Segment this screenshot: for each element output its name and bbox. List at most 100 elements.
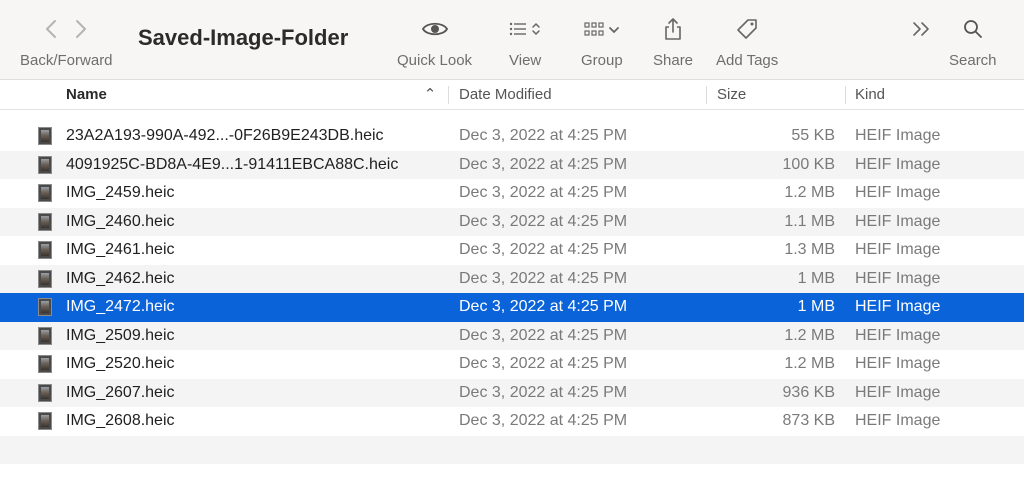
file-size: 1.2 MB — [784, 184, 835, 201]
file-size: 100 KB — [782, 155, 835, 173]
share-label: Share — [653, 52, 694, 69]
file-date-modified: Dec 3, 2022 at 4:25 PM — [459, 127, 628, 144]
file-kind: HEIF Image — [855, 269, 941, 287]
file-date-modified: Dec 3, 2022 at 4:25 PM — [459, 241, 628, 258]
file-size: 1 MB — [797, 298, 835, 315]
file-date-modified: Dec 3, 2022 at 4:25 PM — [459, 412, 628, 429]
view-button[interactable]: View — [509, 14, 541, 70]
file-name: IMG_2472.heic — [66, 298, 175, 315]
file-row[interactable]: IMG_2607.heic Dec 3, 2022 at 4:25 PM 936 K… — [0, 378, 1024, 407]
file-size: 1 MB — [797, 269, 835, 287]
file-name: IMG_2509.heic — [66, 326, 175, 344]
toolbar: Back/Forward Saved-Image-Folder Quick Lo… — [0, 0, 1024, 80]
view-label: View — [509, 52, 542, 69]
back-forward-control: Back/Forward — [20, 14, 113, 70]
grid-icon — [584, 21, 604, 41]
file-kind: HEIF Image — [855, 383, 941, 401]
column-header-name[interactable]: Name — [66, 80, 107, 109]
file-row[interactable]: 23A2A193-990A-492...-0F26B9E243DB.heic De… — [0, 122, 1024, 151]
column-header-date-modified[interactable]: Date Modified — [459, 80, 552, 109]
more-toolbar-items-button[interactable] — [911, 14, 933, 48]
heic-file-icon — [38, 355, 54, 374]
group-label: Group — [581, 52, 623, 69]
heic-file-icon — [38, 184, 54, 203]
column-header-size[interactable]: Size — [717, 80, 746, 109]
file-name: IMG_2461.heic — [66, 241, 175, 258]
file-name: IMG_2462.heic — [66, 269, 175, 287]
window-title: Saved-Image-Folder — [138, 25, 349, 50]
column-divider[interactable] — [845, 86, 846, 104]
file-date-modified: Dec 3, 2022 at 4:25 PM — [459, 326, 628, 344]
column-divider[interactable] — [448, 86, 449, 104]
heic-file-icon — [38, 127, 54, 146]
file-kind: HEIF Image — [855, 326, 941, 344]
file-date-modified: Dec 3, 2022 at 4:25 PM — [459, 355, 628, 372]
list-icon — [509, 22, 527, 41]
file-size: 1.2 MB — [784, 355, 835, 372]
heic-file-icon — [38, 269, 54, 289]
file-name: IMG_2459.heic — [66, 184, 175, 201]
file-name: 23A2A193-990A-492...-0F26B9E243DB.heic — [66, 127, 384, 144]
heic-file-icon — [38, 298, 54, 317]
file-date-modified: Dec 3, 2022 at 4:25 PM — [459, 212, 628, 230]
column-header-kind[interactable]: Kind — [855, 80, 885, 109]
add-tags-button[interactable]: Add Tags — [716, 14, 778, 70]
file-row[interactable]: IMG_2608.heic Dec 3, 2022 at 4:25 PM 873 K… — [0, 407, 1024, 436]
file-date-modified: Dec 3, 2022 at 4:25 PM — [459, 269, 628, 287]
add-tags-label: Add Tags — [716, 52, 779, 69]
search-label: Search — [949, 52, 997, 69]
file-name: IMG_2608.heic — [66, 412, 175, 429]
file-kind: HEIF Image — [855, 155, 941, 173]
heic-file-icon — [38, 326, 54, 346]
heic-file-icon — [38, 241, 54, 260]
file-date-modified: Dec 3, 2022 at 4:25 PM — [459, 184, 628, 201]
chevron-right-icon[interactable] — [75, 19, 87, 44]
finder-window: Back/Forward Saved-Image-Folder Quick Lo… — [0, 0, 1024, 490]
share-button[interactable]: Share — [653, 14, 693, 70]
file-name: 4091925C-BD8A-4E9...1-91411EBCA88C.heic — [66, 155, 399, 173]
heic-file-icon — [38, 212, 54, 232]
file-kind: HEIF Image — [855, 184, 941, 201]
double-chevron-right-icon — [911, 21, 933, 42]
file-size: 1.2 MB — [784, 326, 835, 344]
heic-file-icon — [38, 383, 54, 403]
chevron-left-icon[interactable] — [45, 19, 57, 44]
file-kind: HEIF Image — [855, 355, 941, 372]
search-button[interactable]: Search — [949, 14, 997, 70]
file-size: 1.1 MB — [784, 212, 835, 230]
group-button[interactable]: Group — [581, 14, 623, 70]
file-name: IMG_2460.heic — [66, 212, 175, 230]
file-kind: HEIF Image — [855, 241, 941, 258]
file-kind: HEIF Image — [855, 127, 941, 144]
file-row[interactable]: IMG_2460.heic Dec 3, 2022 at 4:25 PM 1.1 M… — [0, 207, 1024, 236]
sort-ascending-icon[interactable]: ⌃ — [420, 80, 440, 109]
up-down-chevron-icon — [531, 21, 541, 42]
quick-look-button[interactable]: Quick Look — [397, 14, 472, 70]
file-row[interactable]: IMG_2461.heic Dec 3, 2022 at 4:25 PM 1.3 M… — [0, 236, 1024, 265]
file-row-selected[interactable]: IMG_2472.heic Dec 3, 2022 at 4:25 PM 1 MB H… — [0, 293, 1024, 322]
file-size: 1.3 MB — [784, 241, 835, 258]
quick-look-label: Quick Look — [397, 52, 473, 69]
search-icon — [963, 19, 983, 44]
column-header-row: Name ⌃ Date Modified Size Kind — [0, 80, 1024, 110]
file-row[interactable]: IMG_2459.heic Dec 3, 2022 at 4:25 PM 1.2 M… — [0, 179, 1024, 208]
file-row[interactable]: IMG_2520.heic Dec 3, 2022 at 4:25 PM 1.2 M… — [0, 350, 1024, 379]
file-name: IMG_2520.heic — [66, 355, 175, 372]
share-icon — [664, 17, 682, 46]
file-size: 55 KB — [791, 127, 835, 144]
file-size: 936 KB — [782, 383, 835, 401]
heic-file-icon — [38, 412, 54, 431]
file-row[interactable]: IMG_2509.heic Dec 3, 2022 at 4:25 PM 1.2 M… — [0, 321, 1024, 350]
heic-file-icon — [38, 155, 54, 175]
empty-row — [0, 436, 1024, 464]
file-row[interactable]: IMG_2462.heic Dec 3, 2022 at 4:25 PM 1 MB H… — [0, 264, 1024, 293]
column-divider[interactable] — [706, 86, 707, 104]
file-row[interactable]: 4091925C-BD8A-4E9...1-91411EBCA88C.heic D… — [0, 150, 1024, 179]
file-kind: HEIF Image — [855, 212, 941, 230]
file-size: 873 KB — [782, 412, 835, 429]
eye-icon — [421, 20, 448, 43]
tag-icon — [736, 18, 758, 45]
file-date-modified: Dec 3, 2022 at 4:25 PM — [459, 383, 628, 401]
file-kind: HEIF Image — [855, 298, 941, 315]
chevron-down-icon — [608, 22, 620, 40]
